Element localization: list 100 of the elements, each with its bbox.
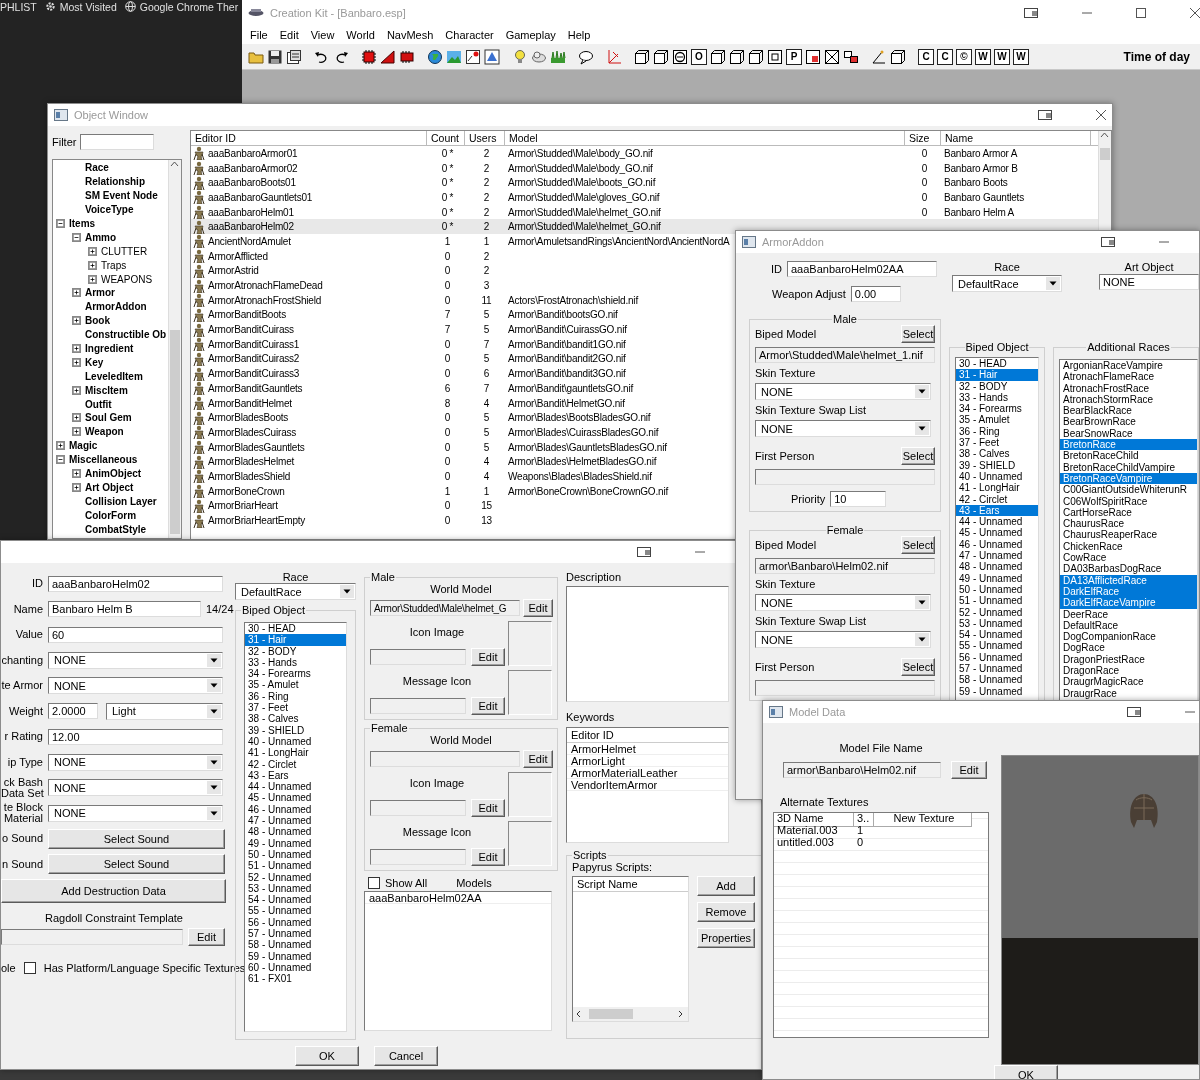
column-header[interactable]: 3D Name bbox=[774, 813, 854, 827]
filter-field[interactable] bbox=[80, 134, 155, 150]
list-item[interactable]: DogRace bbox=[1060, 642, 1197, 654]
button[interactable]: Edit bbox=[523, 750, 553, 768]
dropdown[interactable]: NONE bbox=[755, 420, 931, 437]
marker-icon[interactable] bbox=[465, 48, 481, 65]
list-item[interactable]: 59 - Unnamed bbox=[245, 950, 346, 962]
cloud-icon[interactable] bbox=[531, 48, 547, 65]
dropdown[interactable]: Light bbox=[106, 702, 223, 720]
tree-item[interactable]: LeveledItem bbox=[85, 370, 143, 382]
list-item[interactable]: 35 - Amulet bbox=[245, 679, 346, 691]
list-item[interactable]: 35 - Amulet bbox=[956, 414, 1038, 426]
list-item[interactable]: 50 - Unnamed bbox=[956, 583, 1038, 596]
list-item[interactable]: 33 - Hands bbox=[245, 656, 346, 669]
list-item[interactable]: CartHorseRace bbox=[1060, 506, 1197, 519]
menu-item[interactable]: View bbox=[304, 29, 341, 41]
expander-icon[interactable] bbox=[56, 441, 65, 451]
button[interactable]: Edit bbox=[951, 761, 987, 779]
list-item[interactable]: 31 - Hair bbox=[956, 369, 1038, 381]
list-item[interactable]: 47 - Unnamed bbox=[245, 815, 346, 827]
list-item[interactable]: AtronachFrostRace bbox=[1060, 382, 1197, 394]
button[interactable]: Add Destruction Data bbox=[1, 879, 226, 903]
list-item[interactable]: 39 - SHIELD bbox=[245, 724, 346, 736]
text-field[interactable] bbox=[755, 469, 935, 485]
window-snap-icon[interactable] bbox=[1024, 7, 1038, 19]
column-header[interactable]: 3.. bbox=[854, 813, 874, 827]
list-item[interactable]: 59 - Unnamed bbox=[956, 685, 1038, 697]
list-item[interactable]: 57 - Unnamed bbox=[956, 663, 1038, 675]
list-item[interactable]: 52 - Unnamed bbox=[956, 606, 1038, 618]
list-item[interactable]: 44 - Unnamed bbox=[245, 781, 346, 793]
text-field[interactable]: 0.00 bbox=[850, 286, 901, 302]
tree-item[interactable]: Ingredient bbox=[85, 343, 134, 354]
list-item[interactable]: BretonRace bbox=[1060, 439, 1197, 451]
text-field[interactable]: 10 bbox=[830, 491, 887, 507]
list-item[interactable]: DeerRace bbox=[1060, 608, 1197, 620]
list-item[interactable]: 43 - Ears bbox=[956, 504, 1038, 517]
text-field[interactable] bbox=[370, 751, 520, 767]
table-row[interactable]: aaaBanbaroArmor01 0 * 2 Armor\Studded\Male\body_GO.nif 0 Banbaro Armor A bbox=[191, 146, 1098, 161]
tree-item[interactable]: Miscellaneous bbox=[69, 454, 138, 466]
column-header[interactable]: New Texture bbox=[874, 813, 972, 827]
table-row[interactable]: aaaBanbaroBoots01 0 * 2 Armor\Studded\Male\boots_GO.nif 0 Banbaro Boots bbox=[191, 175, 1098, 191]
text-field[interactable]: 12.00 bbox=[48, 728, 223, 745]
list-item[interactable]: 47 - Unnamed bbox=[956, 550, 1038, 562]
expander-icon[interactable] bbox=[72, 427, 81, 437]
button[interactable]: Edit bbox=[471, 697, 505, 715]
button[interactable]: Cancel bbox=[374, 1046, 438, 1066]
list-item[interactable]: VendorItemArmor bbox=[567, 779, 728, 791]
list-item[interactable]: DragonPriestRace bbox=[1060, 653, 1197, 665]
cube-icon[interactable] bbox=[729, 48, 745, 65]
list-item[interactable]: 44 - Unnamed bbox=[956, 516, 1038, 528]
text-field[interactable] bbox=[370, 649, 466, 665]
button[interactable]: Select Sound bbox=[48, 854, 225, 875]
list-item[interactable]: 53 - Unnamed bbox=[245, 882, 346, 895]
toolbar-button[interactable]: P bbox=[786, 48, 802, 65]
chip-icon[interactable] bbox=[399, 48, 415, 65]
tree-item[interactable]: Art Object bbox=[85, 481, 134, 493]
text-field[interactable]: NONE bbox=[1099, 274, 1199, 290]
tree-item[interactable]: WEAPONS bbox=[101, 273, 153, 285]
light-bulb-icon[interactable] bbox=[512, 48, 528, 65]
list-item[interactable]: ChickenRace bbox=[1060, 540, 1197, 553]
list-item[interactable]: 36 - Ring bbox=[956, 425, 1038, 438]
list-item[interactable]: aaaBanbaroHelm02AA bbox=[365, 892, 551, 904]
list-item[interactable]: 56 - Unnamed bbox=[956, 651, 1038, 663]
list-item[interactable]: ChaurusReaperRace bbox=[1060, 529, 1197, 541]
list-item[interactable]: 60 - Unnamed bbox=[245, 961, 346, 974]
list-item[interactable]: 32 - BODY bbox=[245, 645, 346, 657]
list-item[interactable]: 58 - Unnamed bbox=[245, 939, 346, 951]
text-field[interactable]: Banbaro Helm B bbox=[48, 601, 201, 618]
list-item[interactable]: DogCompanionRace bbox=[1060, 631, 1197, 643]
close-icon[interactable] bbox=[1096, 110, 1106, 120]
list-item[interactable]: 42 - Circlet bbox=[956, 493, 1038, 505]
list-item[interactable]: 33 - Hands bbox=[956, 391, 1038, 404]
cube-icon[interactable] bbox=[710, 48, 726, 65]
tree-item[interactable]: VoiceType bbox=[85, 204, 134, 216]
dropdown[interactable]: NONE bbox=[48, 753, 223, 771]
expander-icon[interactable] bbox=[88, 274, 97, 284]
tree-item[interactable]: Book bbox=[85, 315, 110, 327]
close-icon[interactable] bbox=[1190, 8, 1200, 18]
tree-item[interactable]: Soul Gem bbox=[85, 412, 132, 424]
text-field[interactable]: Armor\Studded\Male\helmet_1.nif bbox=[755, 347, 935, 363]
text-field[interactable]: Armor\Studded\Male\helmet_G bbox=[370, 600, 520, 616]
expander-icon[interactable] bbox=[88, 260, 97, 270]
expander-icon[interactable] bbox=[72, 469, 81, 479]
dropdown[interactable]: DefaultRace bbox=[235, 583, 356, 600]
window-snap-icon[interactable] bbox=[637, 546, 651, 558]
list-item[interactable]: 45 - Unnamed bbox=[956, 527, 1038, 539]
tree-item[interactable]: CombatStyle bbox=[85, 523, 147, 535]
menu-item[interactable]: Character bbox=[439, 29, 500, 41]
expander-icon[interactable] bbox=[72, 385, 81, 395]
link-icon[interactable] bbox=[843, 48, 859, 65]
list-item[interactable]: 46 - Unnamed bbox=[245, 803, 346, 816]
list-item[interactable]: 57 - Unnamed bbox=[245, 928, 346, 940]
tree-item[interactable]: Race bbox=[85, 162, 109, 174]
list-item[interactable]: 42 - Circlet bbox=[245, 758, 346, 770]
toolbar-button[interactable]: © bbox=[956, 48, 972, 65]
properties-icon[interactable] bbox=[286, 48, 302, 65]
dropdown[interactable]: NONE bbox=[48, 677, 223, 695]
list-item[interactable]: 54 - Unnamed bbox=[956, 629, 1038, 641]
tree-item[interactable]: Weapon bbox=[85, 426, 124, 438]
tree-item[interactable]: SM Event Node bbox=[85, 190, 158, 202]
